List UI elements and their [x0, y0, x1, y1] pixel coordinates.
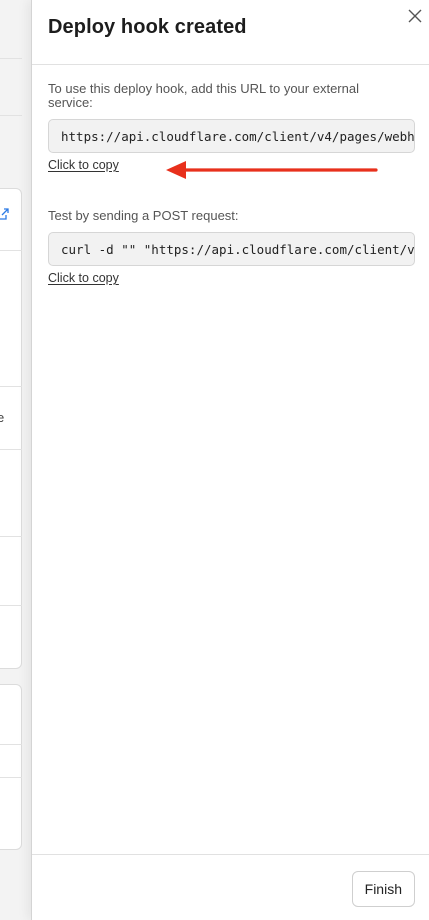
copy-url-link[interactable]: Click to copy: [48, 158, 119, 172]
finish-button[interactable]: Finish: [351, 871, 415, 907]
background-divider: [0, 386, 22, 387]
curl-command-field[interactable]: curl -d "" "https://api.cloudflare.com/c…: [48, 232, 415, 266]
test-section: Test by sending a POST request: curl -d …: [48, 208, 415, 287]
external-link-icon[interactable]: [0, 207, 9, 221]
background-divider: [0, 449, 22, 450]
panel-footer: Finish: [32, 854, 429, 920]
hook-url-field[interactable]: https://api.cloudflare.com/client/v4/pag…: [48, 119, 415, 153]
background-page: › e › › ›: [0, 0, 32, 920]
background-divider: [0, 777, 22, 778]
background-divider: [0, 744, 22, 745]
background-divider: [0, 58, 22, 59]
panel-header: Deploy hook created: [32, 0, 429, 65]
background-card: [0, 684, 22, 850]
background-divider: [0, 536, 22, 537]
copy-curl-link[interactable]: Click to copy: [48, 271, 119, 285]
background-divider: [0, 250, 22, 251]
arrow-annotation: [166, 161, 378, 179]
deploy-hook-panel: Deploy hook created To use this deploy h…: [31, 0, 429, 920]
url-instruction: To use this deploy hook, add this URL to…: [48, 81, 359, 110]
background-divider: [0, 605, 22, 606]
page-title: Deploy hook created: [48, 16, 247, 38]
background-divider: [0, 115, 22, 116]
background-partial-text: e: [0, 410, 5, 425]
background-card: [0, 188, 22, 669]
test-instruction: Test by sending a POST request:: [48, 208, 239, 223]
close-icon[interactable]: [407, 8, 423, 24]
